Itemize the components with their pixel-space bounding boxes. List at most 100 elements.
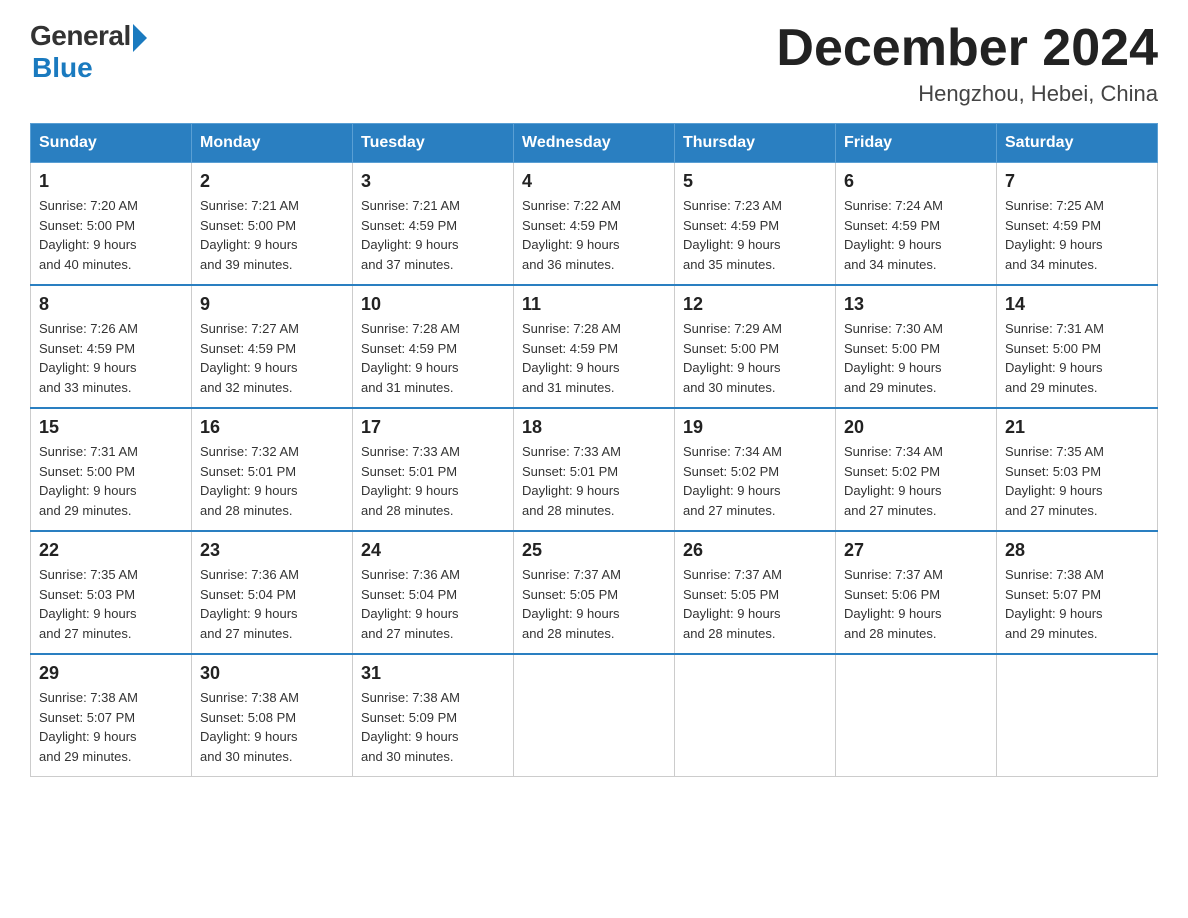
calendar-table: Sunday Monday Tuesday Wednesday Thursday… — [30, 123, 1158, 777]
day-number: 20 — [844, 417, 988, 438]
table-row: 23 Sunrise: 7:36 AMSunset: 5:04 PMDayligh… — [192, 531, 353, 654]
day-info: Sunrise: 7:38 AMSunset: 5:07 PMDaylight:… — [1005, 565, 1149, 643]
table-row: 5 Sunrise: 7:23 AMSunset: 4:59 PMDaylight… — [675, 163, 836, 286]
calendar-week-row: 22Sunrise: 7:35 AMSunset: 5:03 PMDayligh… — [31, 531, 1158, 654]
day-info: Sunrise: 7:35 AMSunset: 5:03 PMDaylight:… — [1005, 442, 1149, 520]
header-tuesday: Tuesday — [353, 124, 514, 163]
table-row: 17 Sunrise: 7:33 AMSunset: 5:01 PMDayligh… — [353, 408, 514, 531]
header-friday: Friday — [836, 124, 997, 163]
day-info: Sunrise: 7:34 AMSunset: 5:02 PMDaylight:… — [683, 442, 827, 520]
day-number: 4 — [522, 171, 666, 192]
day-number: 26 — [683, 540, 827, 561]
logo-blue-text: Blue — [32, 52, 147, 84]
day-info: Sunrise: 7:26 AMSunset: 4:59 PMDaylight:… — [39, 319, 183, 397]
day-info: Sunrise: 7:31 AMSunset: 5:00 PMDaylight:… — [1005, 319, 1149, 397]
table-row: 28Sunrise: 7:38 AMSunset: 5:07 PMDayligh… — [997, 531, 1158, 654]
calendar-week-row: 29Sunrise: 7:38 AMSunset: 5:07 PMDayligh… — [31, 654, 1158, 777]
table-row: 19 Sunrise: 7:34 AMSunset: 5:02 PMDayligh… — [675, 408, 836, 531]
day-info: Sunrise: 7:21 AMSunset: 4:59 PMDaylight:… — [361, 196, 505, 274]
table-row: 27 Sunrise: 7:37 AMSunset: 5:06 PMDayligh… — [836, 531, 997, 654]
day-number: 13 — [844, 294, 988, 315]
day-info: Sunrise: 7:37 AMSunset: 5:05 PMDaylight:… — [522, 565, 666, 643]
table-row: 21 Sunrise: 7:35 AMSunset: 5:03 PMDayligh… — [997, 408, 1158, 531]
day-info: Sunrise: 7:32 AMSunset: 5:01 PMDaylight:… — [200, 442, 344, 520]
table-row: 6Sunrise: 7:24 AMSunset: 4:59 PMDaylight… — [836, 163, 997, 286]
day-info: Sunrise: 7:37 AMSunset: 5:05 PMDaylight:… — [683, 565, 827, 643]
table-row: 20 Sunrise: 7:34 AMSunset: 5:02 PMDayligh… — [836, 408, 997, 531]
table-row: 18 Sunrise: 7:33 AMSunset: 5:01 PMDayligh… — [514, 408, 675, 531]
day-info: Sunrise: 7:28 AMSunset: 4:59 PMDaylight:… — [361, 319, 505, 397]
day-number: 14 — [1005, 294, 1149, 315]
table-row: 1Sunrise: 7:20 AMSunset: 5:00 PMDaylight… — [31, 163, 192, 286]
table-row: 9 Sunrise: 7:27 AMSunset: 4:59 PMDaylight… — [192, 285, 353, 408]
table-row — [836, 654, 997, 777]
table-row: 30Sunrise: 7:38 AMSunset: 5:08 PMDayligh… — [192, 654, 353, 777]
day-info: Sunrise: 7:23 AMSunset: 4:59 PMDaylight:… — [683, 196, 827, 274]
day-number: 25 — [522, 540, 666, 561]
title-block: December 2024 Hengzhou, Hebei, China — [776, 20, 1158, 107]
day-number: 23 — [200, 540, 344, 561]
calendar-week-row: 1Sunrise: 7:20 AMSunset: 5:00 PMDaylight… — [31, 163, 1158, 286]
logo-arrow-icon — [133, 24, 147, 52]
day-number: 27 — [844, 540, 988, 561]
day-number: 18 — [522, 417, 666, 438]
day-number: 16 — [200, 417, 344, 438]
day-info: Sunrise: 7:20 AMSunset: 5:00 PMDaylight:… — [39, 196, 183, 274]
day-number: 9 — [200, 294, 344, 315]
table-row: 12Sunrise: 7:29 AMSunset: 5:00 PMDayligh… — [675, 285, 836, 408]
table-row: 22Sunrise: 7:35 AMSunset: 5:03 PMDayligh… — [31, 531, 192, 654]
table-row — [997, 654, 1158, 777]
day-number: 19 — [683, 417, 827, 438]
day-number: 5 — [683, 171, 827, 192]
day-number: 21 — [1005, 417, 1149, 438]
day-info: Sunrise: 7:30 AMSunset: 5:00 PMDaylight:… — [844, 319, 988, 397]
day-info: Sunrise: 7:33 AMSunset: 5:01 PMDaylight:… — [361, 442, 505, 520]
day-number: 6 — [844, 171, 988, 192]
day-number: 2 — [200, 171, 344, 192]
header-wednesday: Wednesday — [514, 124, 675, 163]
calendar-week-row: 15Sunrise: 7:31 AMSunset: 5:00 PMDayligh… — [31, 408, 1158, 531]
table-row: 8Sunrise: 7:26 AMSunset: 4:59 PMDaylight… — [31, 285, 192, 408]
header-monday: Monday — [192, 124, 353, 163]
day-info: Sunrise: 7:34 AMSunset: 5:02 PMDaylight:… — [844, 442, 988, 520]
table-row: 4 Sunrise: 7:22 AMSunset: 4:59 PMDaylight… — [514, 163, 675, 286]
day-info: Sunrise: 7:38 AMSunset: 5:08 PMDaylight:… — [200, 688, 344, 766]
day-number: 29 — [39, 663, 183, 684]
page-header: General Blue December 2024 Hengzhou, Heb… — [30, 20, 1158, 107]
day-info: Sunrise: 7:27 AMSunset: 4:59 PMDaylight:… — [200, 319, 344, 397]
table-row: 16 Sunrise: 7:32 AMSunset: 5:01 PMDayligh… — [192, 408, 353, 531]
calendar-header-row: Sunday Monday Tuesday Wednesday Thursday… — [31, 124, 1158, 163]
table-row: 10 Sunrise: 7:28 AMSunset: 4:59 PMDayligh… — [353, 285, 514, 408]
table-row: 2 Sunrise: 7:21 AMSunset: 5:00 PMDaylight… — [192, 163, 353, 286]
day-info: Sunrise: 7:25 AMSunset: 4:59 PMDaylight:… — [1005, 196, 1149, 274]
day-info: Sunrise: 7:21 AMSunset: 5:00 PMDaylight:… — [200, 196, 344, 274]
day-info: Sunrise: 7:33 AMSunset: 5:01 PMDaylight:… — [522, 442, 666, 520]
day-number: 7 — [1005, 171, 1149, 192]
page-subtitle: Hengzhou, Hebei, China — [776, 81, 1158, 107]
day-info: Sunrise: 7:38 AMSunset: 5:09 PMDaylight:… — [361, 688, 505, 766]
day-number: 17 — [361, 417, 505, 438]
table-row: 24 Sunrise: 7:36 AMSunset: 5:04 PMDayligh… — [353, 531, 514, 654]
table-row: 31 Sunrise: 7:38 AMSunset: 5:09 PMDayligh… — [353, 654, 514, 777]
day-number: 3 — [361, 171, 505, 192]
header-sunday: Sunday — [31, 124, 192, 163]
day-number: 24 — [361, 540, 505, 561]
day-number: 10 — [361, 294, 505, 315]
day-info: Sunrise: 7:37 AMSunset: 5:06 PMDaylight:… — [844, 565, 988, 643]
table-row: 29Sunrise: 7:38 AMSunset: 5:07 PMDayligh… — [31, 654, 192, 777]
day-info: Sunrise: 7:35 AMSunset: 5:03 PMDaylight:… — [39, 565, 183, 643]
day-info: Sunrise: 7:28 AMSunset: 4:59 PMDaylight:… — [522, 319, 666, 397]
day-info: Sunrise: 7:36 AMSunset: 5:04 PMDaylight:… — [200, 565, 344, 643]
day-info: Sunrise: 7:31 AMSunset: 5:00 PMDaylight:… — [39, 442, 183, 520]
table-row: 13 Sunrise: 7:30 AMSunset: 5:00 PMDayligh… — [836, 285, 997, 408]
day-number: 11 — [522, 294, 666, 315]
table-row — [675, 654, 836, 777]
table-row: 3 Sunrise: 7:21 AMSunset: 4:59 PMDaylight… — [353, 163, 514, 286]
day-number: 12 — [683, 294, 827, 315]
day-number: 31 — [361, 663, 505, 684]
page-title: December 2024 — [776, 20, 1158, 77]
logo: General Blue — [30, 20, 147, 84]
day-info: Sunrise: 7:36 AMSunset: 5:04 PMDaylight:… — [361, 565, 505, 643]
header-saturday: Saturday — [997, 124, 1158, 163]
day-info: Sunrise: 7:22 AMSunset: 4:59 PMDaylight:… — [522, 196, 666, 274]
